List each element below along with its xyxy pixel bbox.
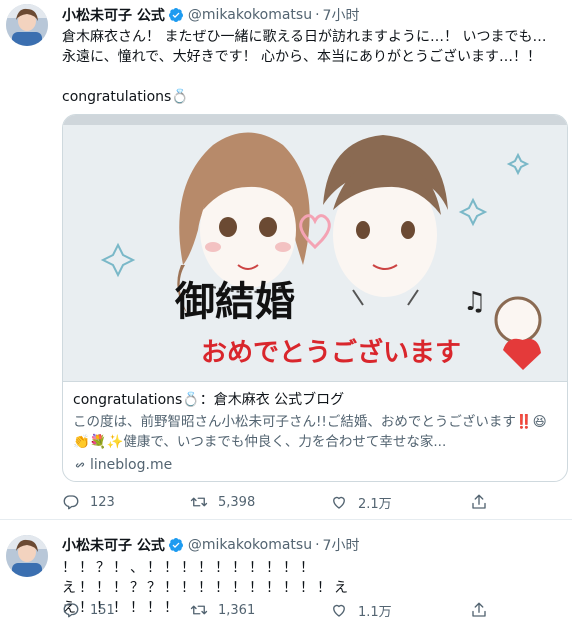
like-button[interactable]: 1.1万: [330, 599, 392, 621]
share-button[interactable]: [470, 599, 498, 621]
reply-count: 123: [90, 494, 115, 510]
tweet-header: 小松未可子 公式 @mikakokomatsu · 7小时: [62, 5, 359, 25]
tweet-actions: 151 1,361 1.1万: [62, 599, 562, 621]
retweet-button[interactable]: 1,361: [190, 599, 255, 621]
reply-count: 151: [90, 602, 115, 618]
tweet[interactable]: 小松未可子 公式 @mikakokomatsu · 7小时 倉木麻衣さん！ また…: [0, 0, 572, 520]
separator: ·: [315, 537, 320, 553]
display-name[interactable]: 小松未可子 公式: [62, 535, 165, 555]
reply-icon: [63, 603, 79, 618]
user-handle[interactable]: @mikakokomatsu: [188, 537, 312, 553]
avatar[interactable]: [6, 535, 48, 577]
retweet-count: 1,361: [218, 602, 256, 618]
card-image-text-2: おめでとうございます: [201, 337, 461, 368]
share-button[interactable]: [470, 491, 498, 513]
card-description: この度は、前野智昭さん小松未可子さん!!ご結婚、おめでとうございます‼️😆👏💐✨…: [73, 414, 547, 450]
like-icon: [333, 604, 345, 617]
tweet-divider: [0, 519, 572, 520]
tweet-header: 小松未可子 公式 @mikakokomatsu · 7小时: [62, 535, 359, 555]
card-body[interactable]: congratulations💍：倉木麻衣 公式ブログ この度は、前野智昭さん小…: [63, 381, 567, 481]
like-count: 1.1万: [358, 604, 392, 620]
link-card[interactable]: ♫ 御結婚 おめでとうございます congratulations💍：倉木麻衣 公…: [62, 114, 568, 482]
like-count: 2.1万: [358, 496, 392, 512]
user-handle[interactable]: @mikakokomatsu: [188, 7, 312, 23]
reply-button[interactable]: 151: [62, 599, 115, 621]
display-name[interactable]: 小松未可子 公式: [62, 5, 165, 25]
card-title[interactable]: congratulations💍：倉木麻衣 公式ブログ: [73, 390, 557, 410]
timestamp[interactable]: 7小时: [323, 535, 360, 555]
verified-badge-icon: [168, 7, 184, 23]
retweet-icon: [190, 497, 208, 507]
verified-badge-icon: [168, 537, 184, 553]
card-image: ♫ 御結婚 おめでとうございます: [63, 115, 567, 381]
avatar[interactable]: [6, 4, 48, 46]
share-icon: [472, 494, 486, 509]
card-link[interactable]: lineblog.me: [73, 455, 557, 475]
retweet-button[interactable]: 5,398: [190, 491, 255, 513]
svg-text:♫: ♫: [463, 287, 486, 317]
tweet-actions: 123 5,398 2.1万: [62, 491, 562, 513]
tweet-text: 倉木麻衣さん！ またぜひ一緒に歌える日が訪れますように…！ いつまでも… 永遠に…: [62, 29, 547, 105]
link-icon: [75, 462, 85, 468]
card-image-text-1: 御結婚: [174, 279, 295, 325]
tweet[interactable]: 小松未可子 公式 @mikakokomatsu · 7小时 ！！？！、！！！！！…: [0, 521, 572, 626]
timestamp[interactable]: 7小时: [323, 5, 360, 25]
retweet-icon: [190, 605, 208, 615]
reply-button[interactable]: 123: [62, 491, 115, 513]
reply-icon: [63, 495, 79, 510]
share-icon: [472, 602, 486, 617]
separator: ·: [315, 7, 320, 23]
like-button[interactable]: 2.1万: [330, 491, 392, 513]
like-icon: [333, 496, 345, 509]
retweet-count: 5,398: [218, 494, 256, 510]
card-link-domain[interactable]: lineblog.me: [90, 457, 172, 473]
